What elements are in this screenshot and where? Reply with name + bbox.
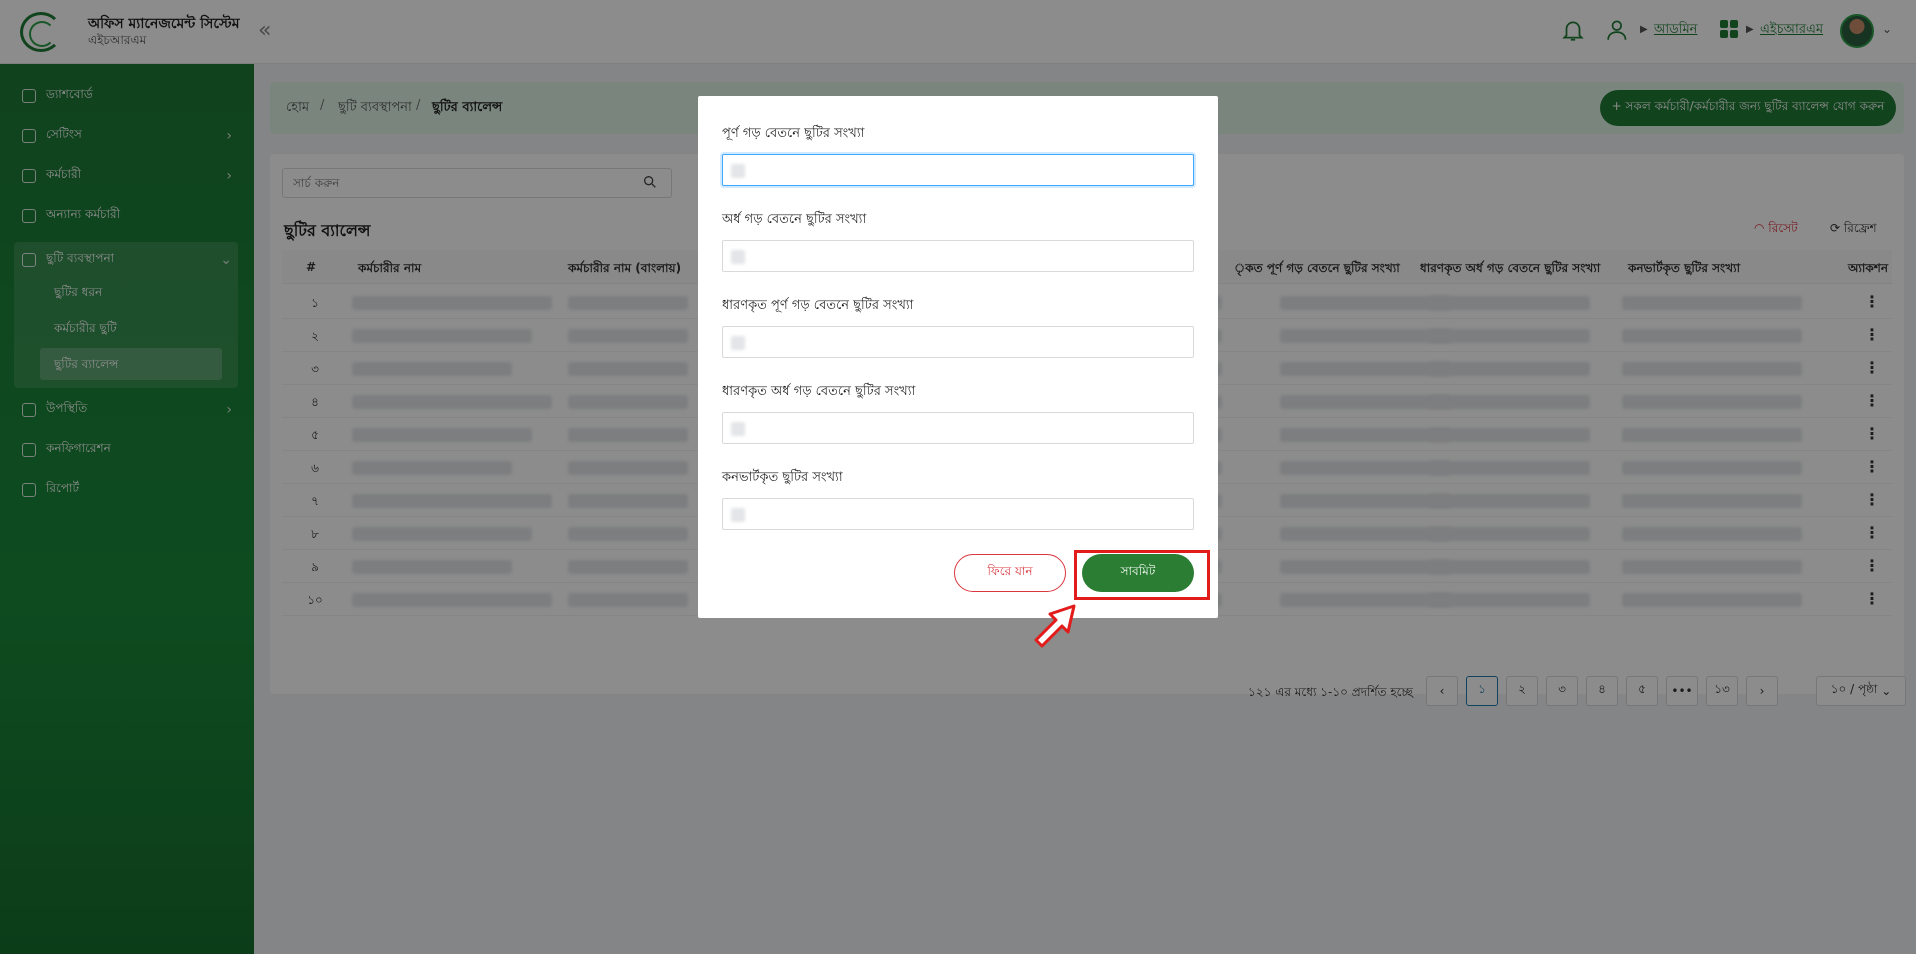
- field-label: পূর্ণ গড় বেতনে ছুটির সংখ্যা: [722, 126, 865, 141]
- half-pay-leave-input[interactable]: [722, 240, 1194, 272]
- field-label: অর্ধ গড় বেতনে ছুটির সংখ্যা: [722, 212, 867, 227]
- leave-balance-modal: পূর্ণ গড় বেতনে ছুটির সংখ্যা অর্ধ গড় বে…: [698, 96, 1218, 618]
- retained-half-pay-input[interactable]: [722, 412, 1194, 444]
- field-label: কনভার্টকৃত ছুটির সংখ্যা: [722, 470, 843, 485]
- back-button[interactable]: ফিরে যান: [954, 554, 1066, 592]
- converted-leave-input[interactable]: [722, 498, 1194, 530]
- field-label: ধারণকৃত পূর্ণ গড় বেতনে ছুটির সংখ্যা: [722, 298, 914, 313]
- retained-full-pay-input[interactable]: [722, 326, 1194, 358]
- full-pay-leave-input[interactable]: [722, 154, 1194, 186]
- field-label: ধারণকৃত অর্ধ গড় বেতনে ছুটির সংখ্যা: [722, 384, 916, 399]
- submit-highlight-box: [1074, 550, 1210, 600]
- pointer-arrow-icon: [1034, 604, 1076, 648]
